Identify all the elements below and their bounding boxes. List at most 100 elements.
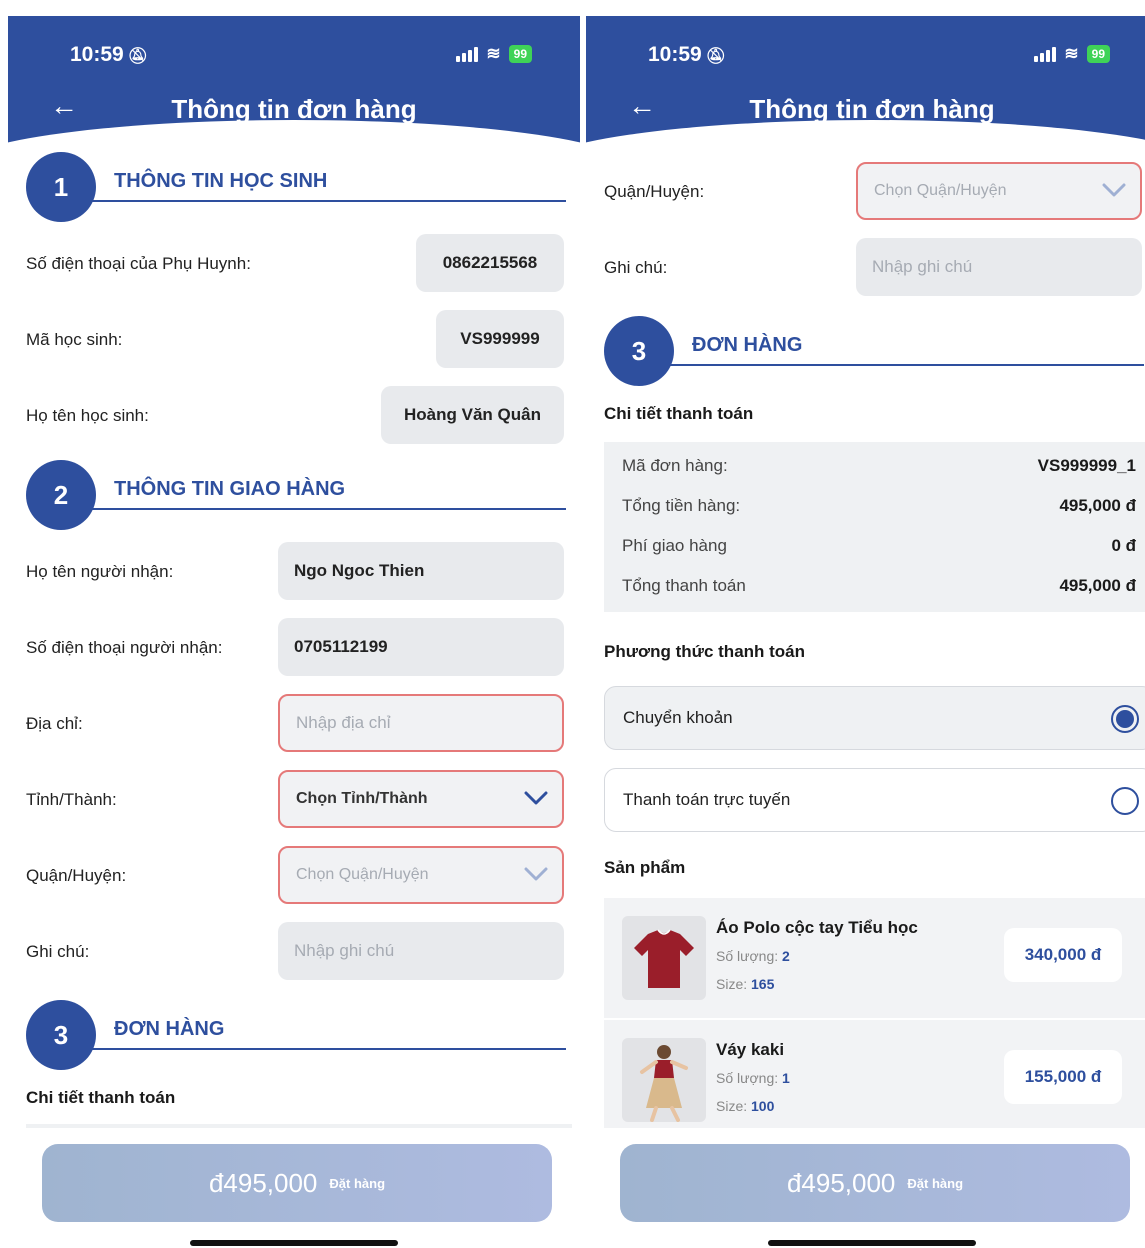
place-order-label: Đặt hàng [329, 1175, 386, 1191]
status-icons: ≋ 99 [456, 44, 532, 64]
home-indicator [768, 1240, 976, 1246]
wifi-icon: ≋ [486, 44, 501, 63]
method-online-label: Thanh toán trực tuyến [623, 790, 791, 809]
recipient-phone-label: Số điện thoại người nhận: [26, 638, 223, 657]
method-transfer-option[interactable]: Chuyển khoản [604, 686, 1145, 750]
section-divider [88, 508, 566, 510]
province-label: Tỉnh/Thành: [26, 790, 117, 809]
student-name-label: Họ tên học sinh: [26, 406, 149, 425]
payment-method-heading: Phương thức thanh toán [604, 642, 806, 661]
bell-off-icon: 🔕︎ [705, 48, 727, 65]
bell-off-icon: 🔕︎ [127, 48, 149, 65]
home-indicator [190, 1240, 398, 1246]
product-item: Váy kaki Số lượng: 1 Size: 100 155,000 đ [604, 1020, 1145, 1140]
district-select[interactable]: Chọn Quận/Huyện [856, 162, 1142, 220]
recipient-name-label: Họ tên người nhận: [26, 562, 174, 581]
address-label: Địa chỉ: [26, 714, 83, 733]
payment-details-heading: Chi tiết thanh toán [26, 1088, 176, 1107]
phone-screen-left: 10:59 🔕︎ ≋ 99 ← Thông tin đơn hàng 1 THÔN… [8, 16, 580, 1248]
status-icons: ≋ 99 [1034, 44, 1110, 64]
radio-empty-icon[interactable] [1111, 787, 1139, 815]
parent-phone-label: Số điện thoại của Phụ Huynh: [26, 254, 251, 273]
subtotal-row: Tổng tiền hàng: 495,000 đ [622, 486, 1136, 526]
total-row: Tổng thanh toán 495,000 đ [622, 566, 1136, 606]
shipping-label: Phí giao hàng [622, 536, 727, 555]
order-code-value: VS999999_1 [1037, 456, 1136, 475]
phone-screen-right: 10:59 🔕︎ ≋ 99 ← Thông tin đơn hàng Quận/H… [586, 16, 1145, 1248]
section-title: ĐƠN HÀNG [114, 1018, 225, 1040]
section-student-header: 1 THÔNG TIN HỌC SINH [8, 152, 580, 222]
product-name: Váy kaki [716, 1040, 785, 1059]
app-header: 10:59 🔕︎ ≋ 99 ← Thông tin đơn hàng [8, 16, 580, 170]
product-name: Áo Polo cộc tay Tiểu học [716, 918, 918, 937]
product-quantity: Số lượng: 2 [716, 948, 790, 964]
total-label: Tổng thanh toán [622, 576, 746, 595]
section-delivery-header: 2 THÔNG TIN GIAO HÀNG [8, 460, 580, 530]
note-field[interactable]: Nhập ghi chú [278, 922, 564, 980]
district-select-value: Chọn Quận/Huyện [296, 866, 429, 883]
student-name-field[interactable]: Hoàng Văn Quân [381, 386, 564, 444]
signal-icon [1034, 46, 1057, 62]
status-time: 10:59 🔕︎ [648, 43, 727, 66]
product-size: Size: 100 [716, 1098, 775, 1114]
footer-bar: đ495,000 Đặt hàng [8, 1128, 580, 1248]
product-price: 340,000 đ [1004, 928, 1122, 982]
products-heading: Sản phẩm [604, 858, 686, 877]
polo-shirt-image [622, 916, 706, 1000]
note-field[interactable]: Nhập ghi chú [856, 238, 1142, 296]
section-order-header: 3 ĐƠN HÀNG [586, 316, 1145, 386]
order-code-row: Mã đơn hàng: VS999999_1 [622, 446, 1136, 486]
order-code-label: Mã đơn hàng: [622, 456, 728, 475]
battery-icon: 99 [508, 45, 532, 63]
place-order-button[interactable]: đ495,000 Đặt hàng [620, 1144, 1130, 1222]
parent-phone-field[interactable]: 0862215568 [416, 234, 564, 292]
order-total: đ495,000 [786, 1167, 896, 1198]
address-field[interactable]: Nhập địa chỉ [278, 694, 564, 752]
subtotal-value: 495,000 đ [1059, 496, 1136, 515]
product-item: Áo Polo cộc tay Tiểu học Số lượng: 2 Siz… [604, 898, 1145, 1018]
recipient-name-field[interactable]: Ngo Ngoc Thien [278, 542, 564, 600]
section-number: 2 [26, 460, 96, 530]
total-value: 495,000 đ [1059, 576, 1136, 595]
app-header: 10:59 🔕︎ ≋ 99 ← Thông tin đơn hàng [586, 16, 1145, 170]
province-select[interactable]: Chọn Tỉnh/Thành [278, 770, 564, 828]
province-select-value: Chọn Tỉnh/Thành [296, 790, 428, 807]
order-total: đ495,000 [208, 1167, 318, 1198]
chevron-down-icon [1102, 183, 1126, 197]
place-order-button[interactable]: đ495,000 Đặt hàng [42, 1144, 552, 1222]
signal-icon [456, 46, 479, 62]
section-title: THÔNG TIN GIAO HÀNG [114, 478, 346, 500]
section-number: 3 [604, 316, 674, 386]
status-time: 10:59 🔕︎ [70, 43, 149, 66]
chevron-down-icon [524, 791, 548, 805]
method-online-option[interactable]: Thanh toán trực tuyến [604, 768, 1145, 832]
shipping-value: 0 đ [1111, 536, 1136, 555]
student-id-field[interactable]: VS999999 [436, 310, 564, 368]
district-select-value: Chọn Quận/Huyện [874, 182, 1007, 199]
footer-bar: đ495,000 Đặt hàng [586, 1128, 1145, 1248]
product-quantity: Số lượng: 1 [716, 1070, 790, 1086]
recipient-phone-field[interactable]: 0705112199 [278, 618, 564, 676]
section-order-header: 3 ĐƠN HÀNG [8, 1000, 580, 1070]
shipping-row: Phí giao hàng 0 đ [622, 526, 1136, 566]
section-title: THÔNG TIN HỌC SINH [114, 170, 328, 192]
note-label: Ghi chú: [26, 942, 90, 961]
wifi-icon: ≋ [1064, 44, 1079, 63]
section-number: 3 [26, 1000, 96, 1070]
student-id-label: Mã học sinh: [26, 330, 123, 349]
section-divider [666, 364, 1144, 366]
radio-selected-icon[interactable] [1111, 705, 1139, 733]
payment-details-heading: Chi tiết thanh toán [604, 404, 754, 423]
place-order-label: Đặt hàng [907, 1175, 964, 1191]
district-label: Quận/Huyện: [26, 866, 127, 885]
payment-details-box: Mã đơn hàng: VS999999_1 Tổng tiền hàng: 49… [604, 442, 1145, 612]
method-transfer-label: Chuyển khoản [623, 708, 733, 727]
section-number: 1 [26, 152, 96, 222]
kaki-skirt-image [622, 1038, 706, 1122]
product-size: Size: 165 [716, 976, 775, 992]
section-divider [88, 1048, 566, 1050]
district-select[interactable]: Chọn Quận/Huyện [278, 846, 564, 904]
section-title: ĐƠN HÀNG [692, 334, 803, 356]
district-label: Quận/Huyện: [604, 182, 705, 201]
product-price: 155,000 đ [1004, 1050, 1122, 1104]
